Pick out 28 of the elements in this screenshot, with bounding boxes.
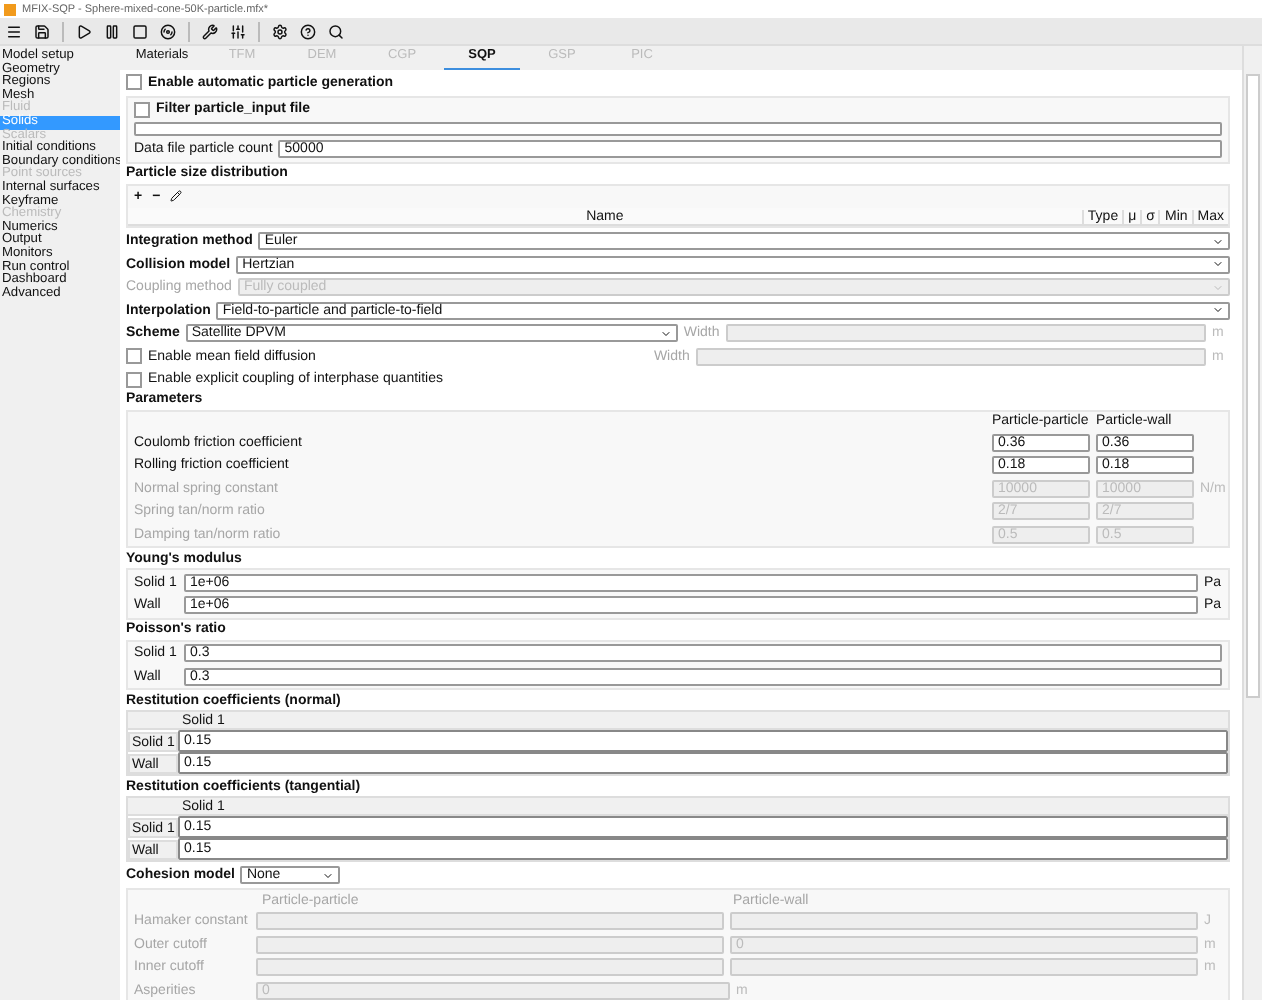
- text-field[interactable]: [256, 958, 724, 976]
- checkbox[interactable]: [126, 74, 142, 90]
- pencil-icon[interactable]: [170, 190, 183, 202]
- scrollbar-thumb[interactable]: [1246, 74, 1260, 698]
- text-field[interactable]: [134, 122, 1222, 136]
- menu-icon[interactable]: [6, 23, 22, 39]
- text-field[interactable]: [256, 912, 724, 930]
- checkbox[interactable]: [126, 348, 142, 364]
- text-field[interactable]: [256, 935, 724, 953]
- wrench-icon[interactable]: [202, 23, 218, 39]
- search-icon[interactable]: [328, 23, 344, 39]
- text-field[interactable]: [725, 324, 1206, 342]
- text-field[interactable]: [730, 912, 1198, 930]
- caret-icon: [659, 327, 672, 339]
- help-icon[interactable]: [300, 23, 316, 39]
- play-icon[interactable]: [76, 23, 92, 39]
- text-field[interactable]: [730, 958, 1198, 976]
- text-field[interactable]: [695, 347, 1206, 365]
- settings-icon[interactable]: [272, 23, 288, 39]
- caret-icon: [322, 869, 335, 881]
- sliders-icon[interactable]: [230, 23, 246, 39]
- pause-icon[interactable]: [104, 23, 120, 39]
- checkbox[interactable]: [126, 371, 142, 387]
- stop-icon[interactable]: [132, 23, 148, 39]
- scrollbar[interactable]: [1242, 46, 1262, 1000]
- checkbox[interactable]: [134, 101, 150, 117]
- app-logo-icon: [4, 3, 16, 15]
- save-icon[interactable]: [34, 23, 50, 39]
